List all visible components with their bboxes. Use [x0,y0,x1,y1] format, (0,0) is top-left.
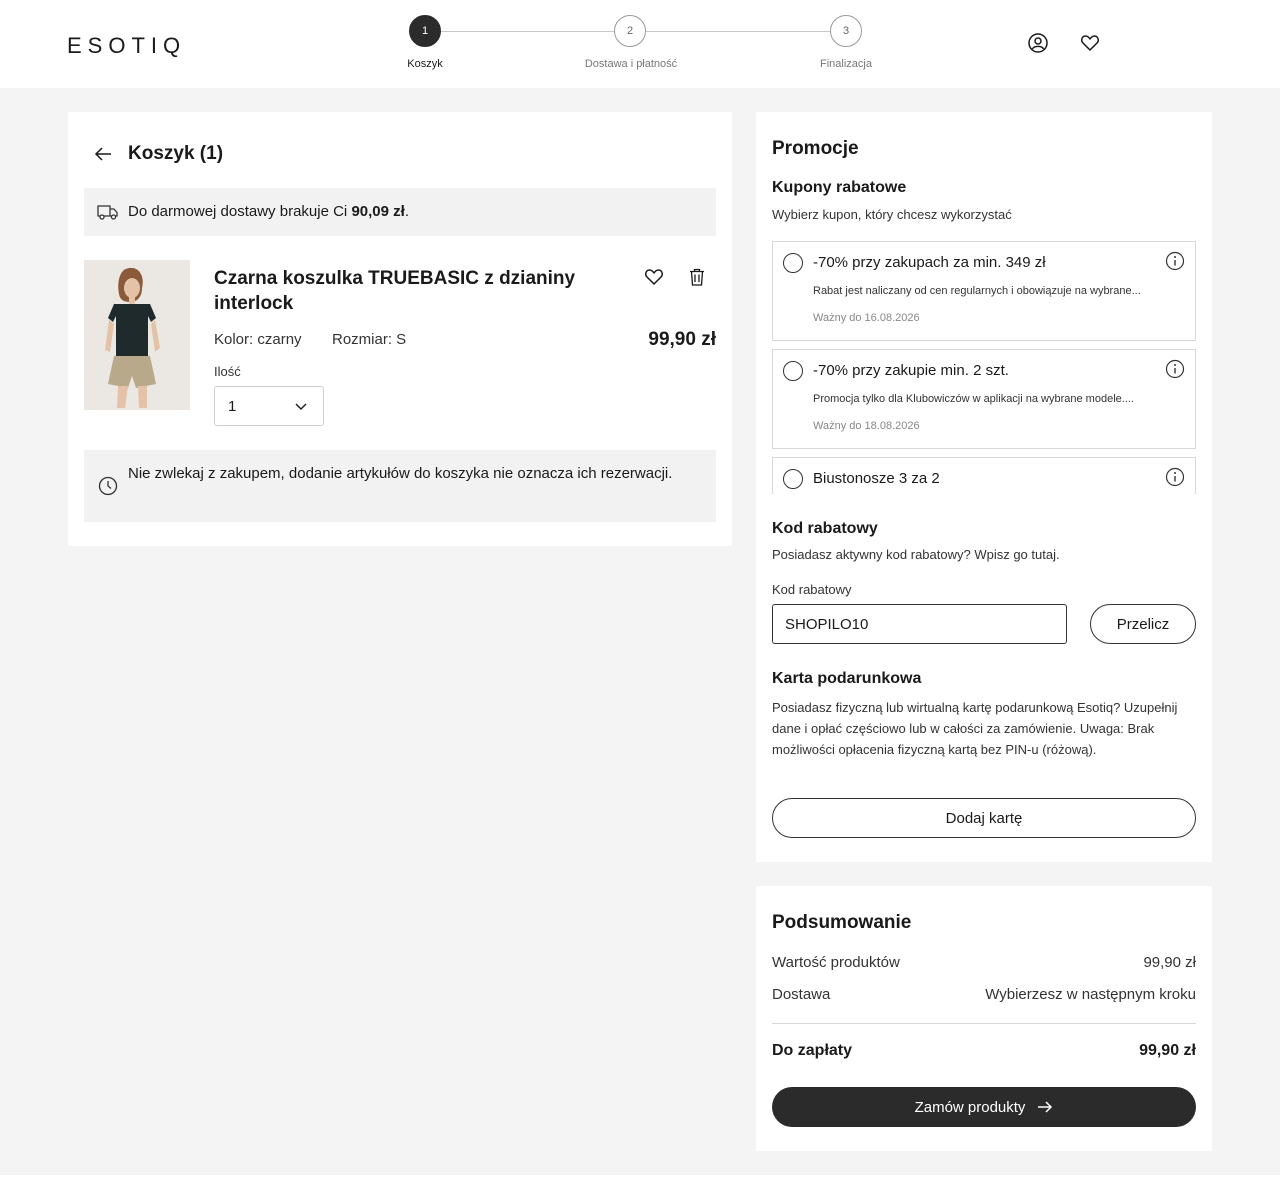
quantity-label: Ilość [214,364,241,379]
step-1-circle: 1 [409,15,441,47]
delivery-value: Wybierzesz w następnym kroku [985,986,1196,1003]
coupons-subtitle: Wybierz kupon, który chcesz wykorzystać [772,207,1012,222]
coupon-item[interactable]: Biustonosze 3 za 2 [772,457,1196,494]
add-to-wishlist-icon[interactable] [644,268,664,286]
discount-code-input[interactable] [772,604,1067,644]
step-3-circle: 3 [830,15,862,47]
step-3-label: Finalizacja [820,58,872,70]
coupon-item[interactable]: -70% przy zakupie min. 2 szt. Promocja t… [772,349,1196,449]
recalculate-button[interactable]: Przelicz [1090,604,1196,644]
free-shipping-amount: 90,09 zł [351,203,405,220]
coupon-radio[interactable] [783,469,803,489]
step-2-label: Dostawa i płatność [584,58,678,70]
coupon-list[interactable]: -70% przy zakupach za min. 349 zł Rabat … [772,241,1196,494]
product-image[interactable] [84,260,190,410]
discount-code-title: Kod rabatowy [772,520,878,537]
coupon-title: -70% przy zakupach za min. 349 zł [813,254,1046,271]
back-arrow-icon[interactable] [94,146,112,162]
coupon-validity: Ważny do 16.08.2026 [813,312,920,324]
chevron-down-icon [295,403,307,410]
coupon-radio[interactable] [783,361,803,381]
reservation-notice-text: Nie zwlekaj z zakupem, dodanie artykułów… [128,465,673,482]
summary-divider [772,1023,1196,1024]
place-order-button[interactable]: Zamów produkty [772,1087,1196,1127]
cart-panel: Koszyk (1) Do darmowej dostawy brakuje C… [68,112,732,546]
product-photo [84,260,190,410]
free-shipping-text: Do darmowej dostawy brakuje Ci 90,09 zł. [128,203,409,220]
coupon-validity: Ważny do 18.08.2026 [813,420,920,432]
free-shipping-suffix: . [404,203,409,220]
step-connector [441,31,616,32]
truck-icon [97,205,118,220]
coupon-description: Promocja tylko dla Klubowiczów w aplikac… [813,393,1134,405]
free-shipping-message: Do darmowej dostawy brakuje Ci [128,203,352,220]
coupon-description: Rabat jest naliczany od cen regularnych … [813,285,1141,297]
product-color: Kolor: czarny [214,331,302,348]
step-2-circle: 2 [614,15,646,47]
product-name[interactable]: Czarna koszulka TRUEBASIC z dzianiny int… [214,266,614,316]
coupon-item[interactable]: -70% przy zakupach za min. 349 zł Rabat … [772,241,1196,341]
promotions-title: Promocje [772,138,859,159]
step-connector [646,31,830,32]
reservation-notice: Nie zwlekaj z zakupem, dodanie artykułów… [84,450,716,522]
products-value: 99,90 zł [1143,954,1196,971]
order-summary-panel: Podsumowanie Wartość produktów 99,90 zł … [756,886,1212,1151]
info-icon[interactable] [1165,251,1185,271]
summary-title: Podsumowanie [772,912,912,933]
total-value: 99,90 zł [1139,1042,1196,1059]
footer-strip [0,1175,1280,1200]
coupon-title: Biustonosze 3 za 2 [813,470,940,487]
free-shipping-banner: Do darmowej dostawy brakuje Ci 90,09 zł. [84,188,716,236]
info-icon[interactable] [1165,467,1185,487]
coupon-radio[interactable] [783,253,803,273]
user-icon[interactable] [1028,33,1048,53]
delivery-label: Dostawa [772,986,831,1003]
product-size: Rozmiar: S [332,331,407,348]
coupon-title: -70% przy zakupie min. 2 szt. [813,362,1009,379]
quantity-select[interactable]: 1 [214,386,324,426]
add-gift-card-button[interactable]: Dodaj kartę [772,798,1196,838]
place-order-label: Zamów produkty [914,1098,1026,1116]
site-header: ESOTIQ 1 Koszyk 2 Dostawa i płatność 3 F… [0,0,1280,88]
heart-icon[interactable] [1080,33,1100,53]
discount-code-subtitle: Posiadasz aktywny kod rabatowy? Wpisz go… [772,547,1060,562]
arrow-right-icon [1038,1101,1053,1113]
promotions-panel: Promocje Kupony rabatowe Wybierz kupon, … [756,112,1212,862]
info-icon[interactable] [1165,359,1185,379]
discount-code-label: Kod rabatowy [772,582,852,597]
clock-icon [98,476,118,496]
total-label: Do zapłaty [772,1042,853,1059]
gift-card-description: Posiadasz fizyczną lub wirtualną kartę p… [772,700,1178,757]
cart-title: Koszyk (1) [128,143,224,164]
trash-icon[interactable] [689,268,705,286]
coupons-title: Kupony rabatowe [772,179,907,196]
quantity-value: 1 [228,398,237,415]
products-value-label: Wartość produktów [772,954,900,971]
step-1-label: Koszyk [407,58,443,70]
gift-card-title: Karta podarunkowa [772,670,922,687]
product-price: 99,90 zł [648,329,716,350]
